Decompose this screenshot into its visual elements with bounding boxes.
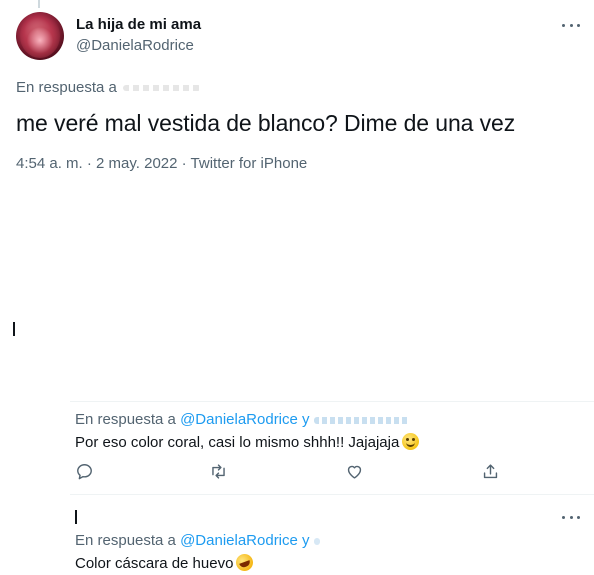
reply-to-line: En respuesta a @DanielaRodrice y [75,411,410,428]
user-handle[interactable]: @DanielaRodrice [76,37,194,54]
more-icon[interactable] [562,22,580,28]
thread-line [38,0,40,8]
redacted-handle [122,85,201,92]
reply-to-line: En respuesta a [16,79,201,96]
reply-to-line: En respuesta a @DanielaRodrice y [75,532,320,549]
reply-to-label: En respuesta a [75,411,176,428]
more-icon[interactable] [562,514,580,520]
reply-text: Por eso color coral, casi lo mismo shhh!… [75,433,420,451]
tweet-actions [75,462,505,484]
reply-text: Color cáscara de huevo [75,551,256,574]
like-icon[interactable] [345,462,365,482]
text-cursor-mark [13,322,15,336]
redacted-handle [313,416,410,424]
reply-to-label: En respuesta a [75,532,176,549]
tweet-meta[interactable]: 4:54 a. m. · 2 may. 2022 · Twitter for i… [16,155,307,172]
reply-to-link[interactable]: @DanielaRodrice y [180,411,309,428]
tweet-text: me veré mal vestida de blanco? Dime de u… [16,110,516,136]
avatar[interactable] [16,12,64,60]
reply-to-label: En respuesta a [16,79,117,96]
divider [70,401,594,402]
reply-to-link[interactable]: @DanielaRodrice y [180,532,309,549]
display-name[interactable]: La hija de mi ama [76,16,201,33]
rolling-on-floor-laughing-icon [234,551,256,574]
retweet-icon[interactable] [209,462,229,482]
divider [70,494,594,495]
redacted-handle [313,537,320,545]
reply-text-content: Por eso color coral, casi lo mismo shhh!… [75,434,400,451]
share-icon[interactable] [481,462,501,482]
text-cursor-mark [75,510,77,524]
slightly-smiling-face-icon [402,433,420,450]
reply-text-content: Color cáscara de huevo [75,555,234,572]
reply-icon[interactable] [75,462,95,482]
